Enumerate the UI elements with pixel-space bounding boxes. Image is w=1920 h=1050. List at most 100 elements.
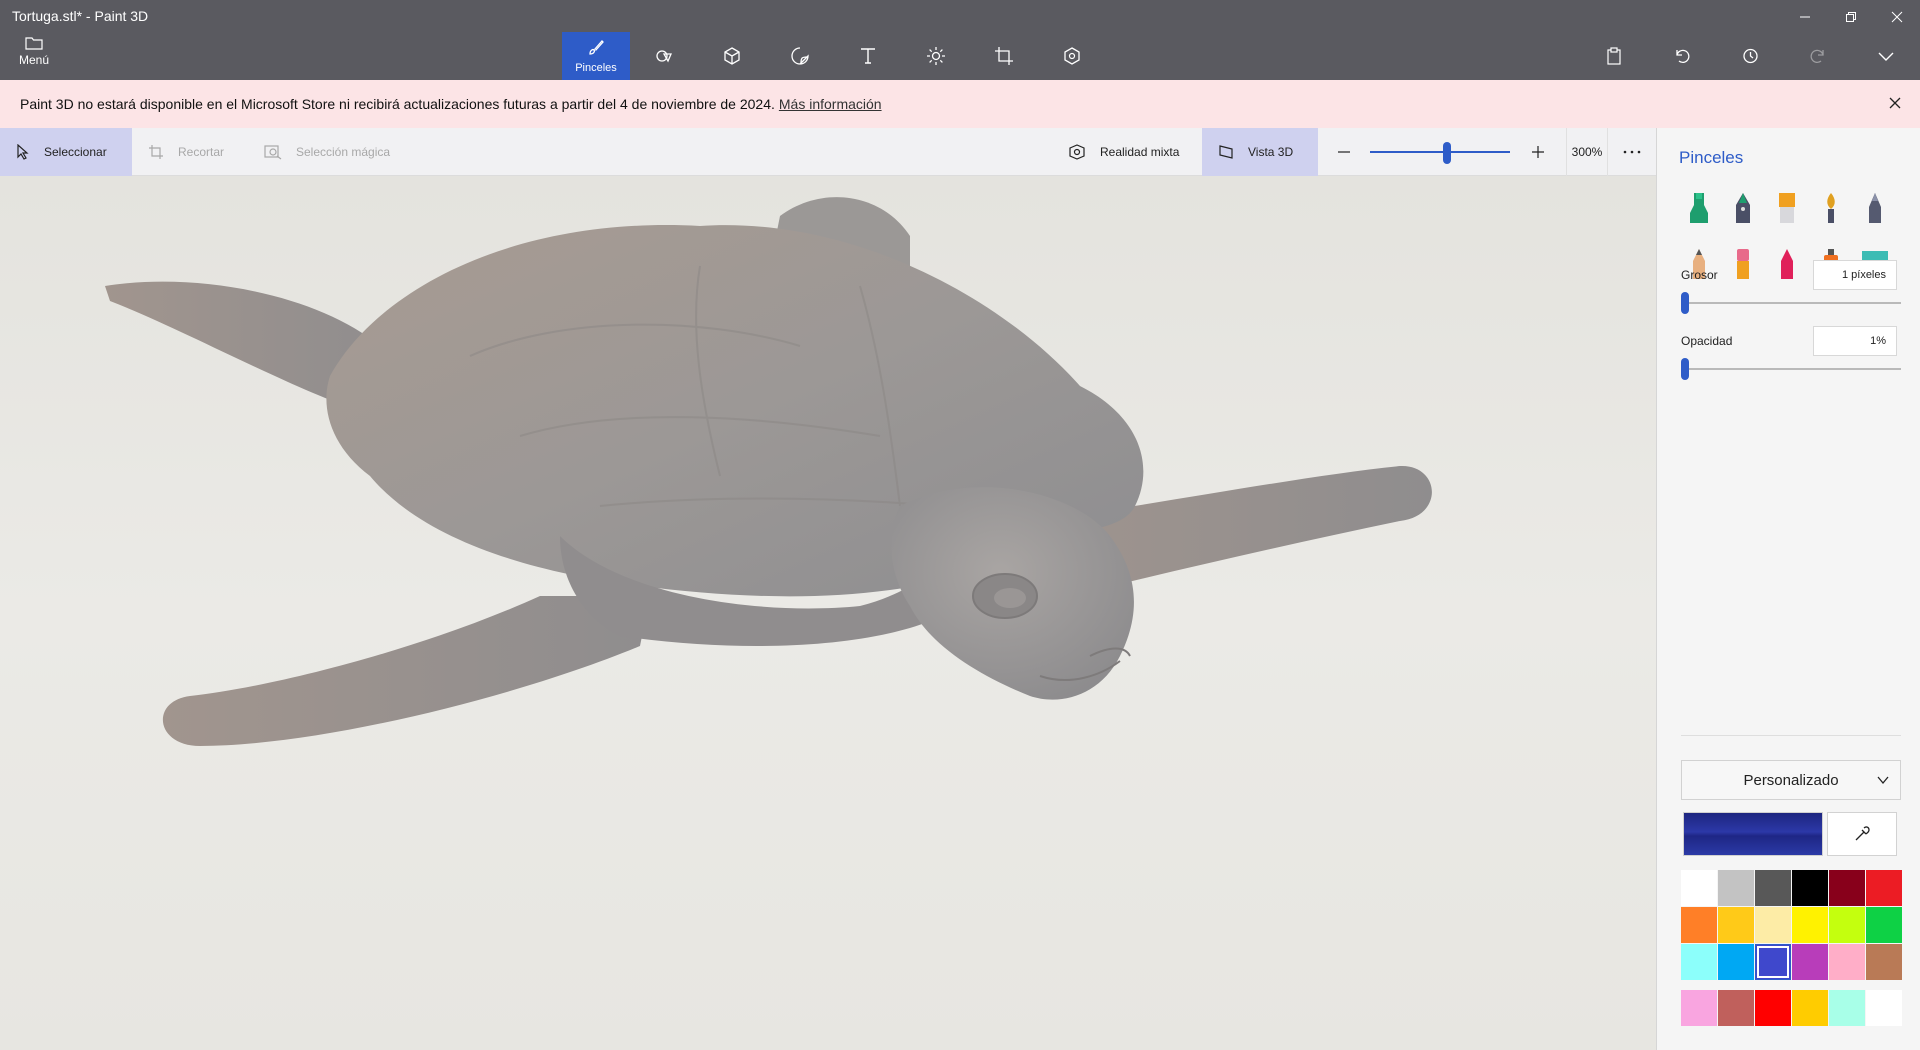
view-3d-button[interactable]: Vista 3D [1202, 128, 1318, 176]
color-swatch[interactable] [1718, 870, 1754, 906]
thickness-slider-track[interactable] [1681, 302, 1901, 304]
custom-color-swatch[interactable] [1792, 990, 1828, 1026]
tool-brushes[interactable]: Pinceles [562, 32, 630, 80]
color-swatch[interactable] [1792, 944, 1828, 980]
window-controls [1782, 0, 1920, 34]
color-swatch[interactable] [1866, 944, 1902, 980]
custom-color-swatch[interactable] [1718, 990, 1754, 1026]
color-swatch[interactable] [1829, 944, 1865, 980]
magic-select-button[interactable]: Selección mágica [264, 128, 390, 176]
plus-icon [1532, 146, 1544, 158]
brushes-panel: Pinceles Grosor 1 píxeles Opacidad 1% Pe… [1656, 128, 1920, 1050]
crop-button[interactable]: Recortar [148, 128, 224, 176]
redo-button[interactable] [1784, 36, 1852, 76]
close-icon [1891, 11, 1903, 23]
crop-label: Recortar [178, 145, 225, 159]
finish-dropdown[interactable]: Personalizado [1681, 760, 1901, 800]
tool-3d-shapes[interactable] [698, 32, 766, 80]
mixed-reality-icon [1069, 144, 1085, 160]
color-swatch[interactable] [1755, 870, 1791, 906]
color-swatch[interactable] [1681, 944, 1717, 980]
close-window-button[interactable] [1874, 0, 1920, 34]
color-swatch[interactable] [1718, 944, 1754, 980]
eraser-brush[interactable] [1721, 242, 1765, 286]
deprecation-banner: Paint 3D no estará disponible en el Micr… [0, 80, 1920, 128]
title-ribbon: Tortuga.stl* - Paint 3D Menú Pinceles [0, 0, 1920, 80]
canvas-area[interactable] [0, 176, 1656, 1050]
color-swatch[interactable] [1755, 944, 1791, 980]
opacity-slider-track[interactable] [1681, 368, 1901, 370]
undo-button[interactable] [1648, 36, 1716, 76]
tool-canvas[interactable] [970, 32, 1038, 80]
stickers-icon [791, 47, 809, 65]
history-button[interactable] [1716, 36, 1784, 76]
custom-color-swatch[interactable] [1681, 990, 1717, 1026]
custom-color-swatch[interactable] [1866, 990, 1902, 1026]
watercolor-brush[interactable] [1809, 186, 1853, 230]
finish-dropdown-value: Personalizado [1743, 771, 1839, 789]
more-options-button[interactable] [1618, 142, 1646, 162]
select-button[interactable]: Seleccionar [0, 128, 132, 176]
more-icon [1623, 150, 1641, 154]
thickness-slider-thumb[interactable] [1681, 292, 1689, 314]
pixel-pen-icon [1869, 193, 1881, 223]
zoom-slider-track[interactable] [1370, 151, 1510, 153]
magic-select-icon [264, 145, 282, 160]
thickness-label: Grosor [1681, 268, 1718, 282]
zoom-slider-thumb[interactable] [1443, 142, 1451, 164]
paste-button[interactable] [1580, 36, 1648, 76]
opacity-input[interactable]: 1% [1813, 326, 1897, 356]
chevron-down-icon [1877, 776, 1889, 785]
text-icon [861, 48, 875, 64]
eyedropper-button[interactable] [1827, 812, 1897, 856]
color-swatch[interactable] [1681, 907, 1717, 943]
color-swatch[interactable] [1755, 907, 1791, 943]
banner-text: Paint 3D no estará disponible en el Micr… [20, 96, 775, 112]
calligraphy-pen-icon [1736, 193, 1750, 223]
zoom-in-button[interactable] [1528, 142, 1548, 162]
color-swatch[interactable] [1829, 907, 1865, 943]
color-swatch[interactable] [1866, 870, 1902, 906]
color-swatch[interactable] [1792, 907, 1828, 943]
chevron-down-icon [1878, 52, 1894, 61]
color-swatch[interactable] [1681, 870, 1717, 906]
banner-more-info-link[interactable]: Más información [779, 96, 882, 112]
calligraphy-pen-brush[interactable] [1721, 186, 1765, 230]
custom-color-swatch[interactable] [1829, 990, 1865, 1026]
eyedropper-icon [1855, 826, 1870, 841]
tool-stickers[interactable] [766, 32, 834, 80]
paint3d-app: Tortuga.stl* - Paint 3D Menú Pinceles Pa… [0, 0, 1920, 1050]
panel-title: Pinceles [1679, 148, 1744, 167]
tool-effects[interactable] [902, 32, 970, 80]
window-title: Tortuga.stl* - Paint 3D [12, 8, 149, 24]
pixel-pen-brush[interactable] [1853, 186, 1897, 230]
restore-button[interactable] [1828, 0, 1874, 34]
current-color-swatch[interactable] [1683, 812, 1823, 856]
turtle-3d-model[interactable] [0, 176, 1656, 1050]
mixed-reality-label: Realidad mixta [1100, 145, 1180, 159]
banner-close-button[interactable] [1886, 94, 1904, 112]
view-3d-label: Vista 3D [1248, 145, 1294, 159]
thickness-input[interactable]: 1 píxeles [1813, 260, 1897, 290]
custom-color-swatch[interactable] [1755, 990, 1791, 1026]
color-swatch[interactable] [1792, 870, 1828, 906]
mixed-reality-button[interactable]: Realidad mixta [1068, 128, 1179, 176]
tool-text[interactable] [834, 32, 902, 80]
opacity-slider-thumb[interactable] [1681, 358, 1689, 380]
tool-2d-shapes[interactable] [630, 32, 698, 80]
3d-library-icon [1064, 47, 1080, 65]
color-swatch[interactable] [1829, 870, 1865, 906]
tool-3d-library[interactable] [1038, 32, 1106, 80]
zoom-out-button[interactable] [1334, 142, 1354, 162]
zoom-value[interactable]: 300% [1566, 128, 1608, 176]
menu-button[interactable]: Menú [8, 36, 60, 76]
oil-brush[interactable] [1765, 186, 1809, 230]
color-swatch[interactable] [1866, 907, 1902, 943]
marker-brush[interactable] [1677, 186, 1721, 230]
color-swatch[interactable] [1718, 907, 1754, 943]
minimize-button[interactable] [1782, 0, 1828, 34]
expand-ribbon-button[interactable] [1852, 36, 1920, 76]
history-icon [1743, 48, 1758, 64]
3d-shapes-icon [724, 47, 740, 65]
crayon-brush[interactable] [1765, 242, 1809, 286]
